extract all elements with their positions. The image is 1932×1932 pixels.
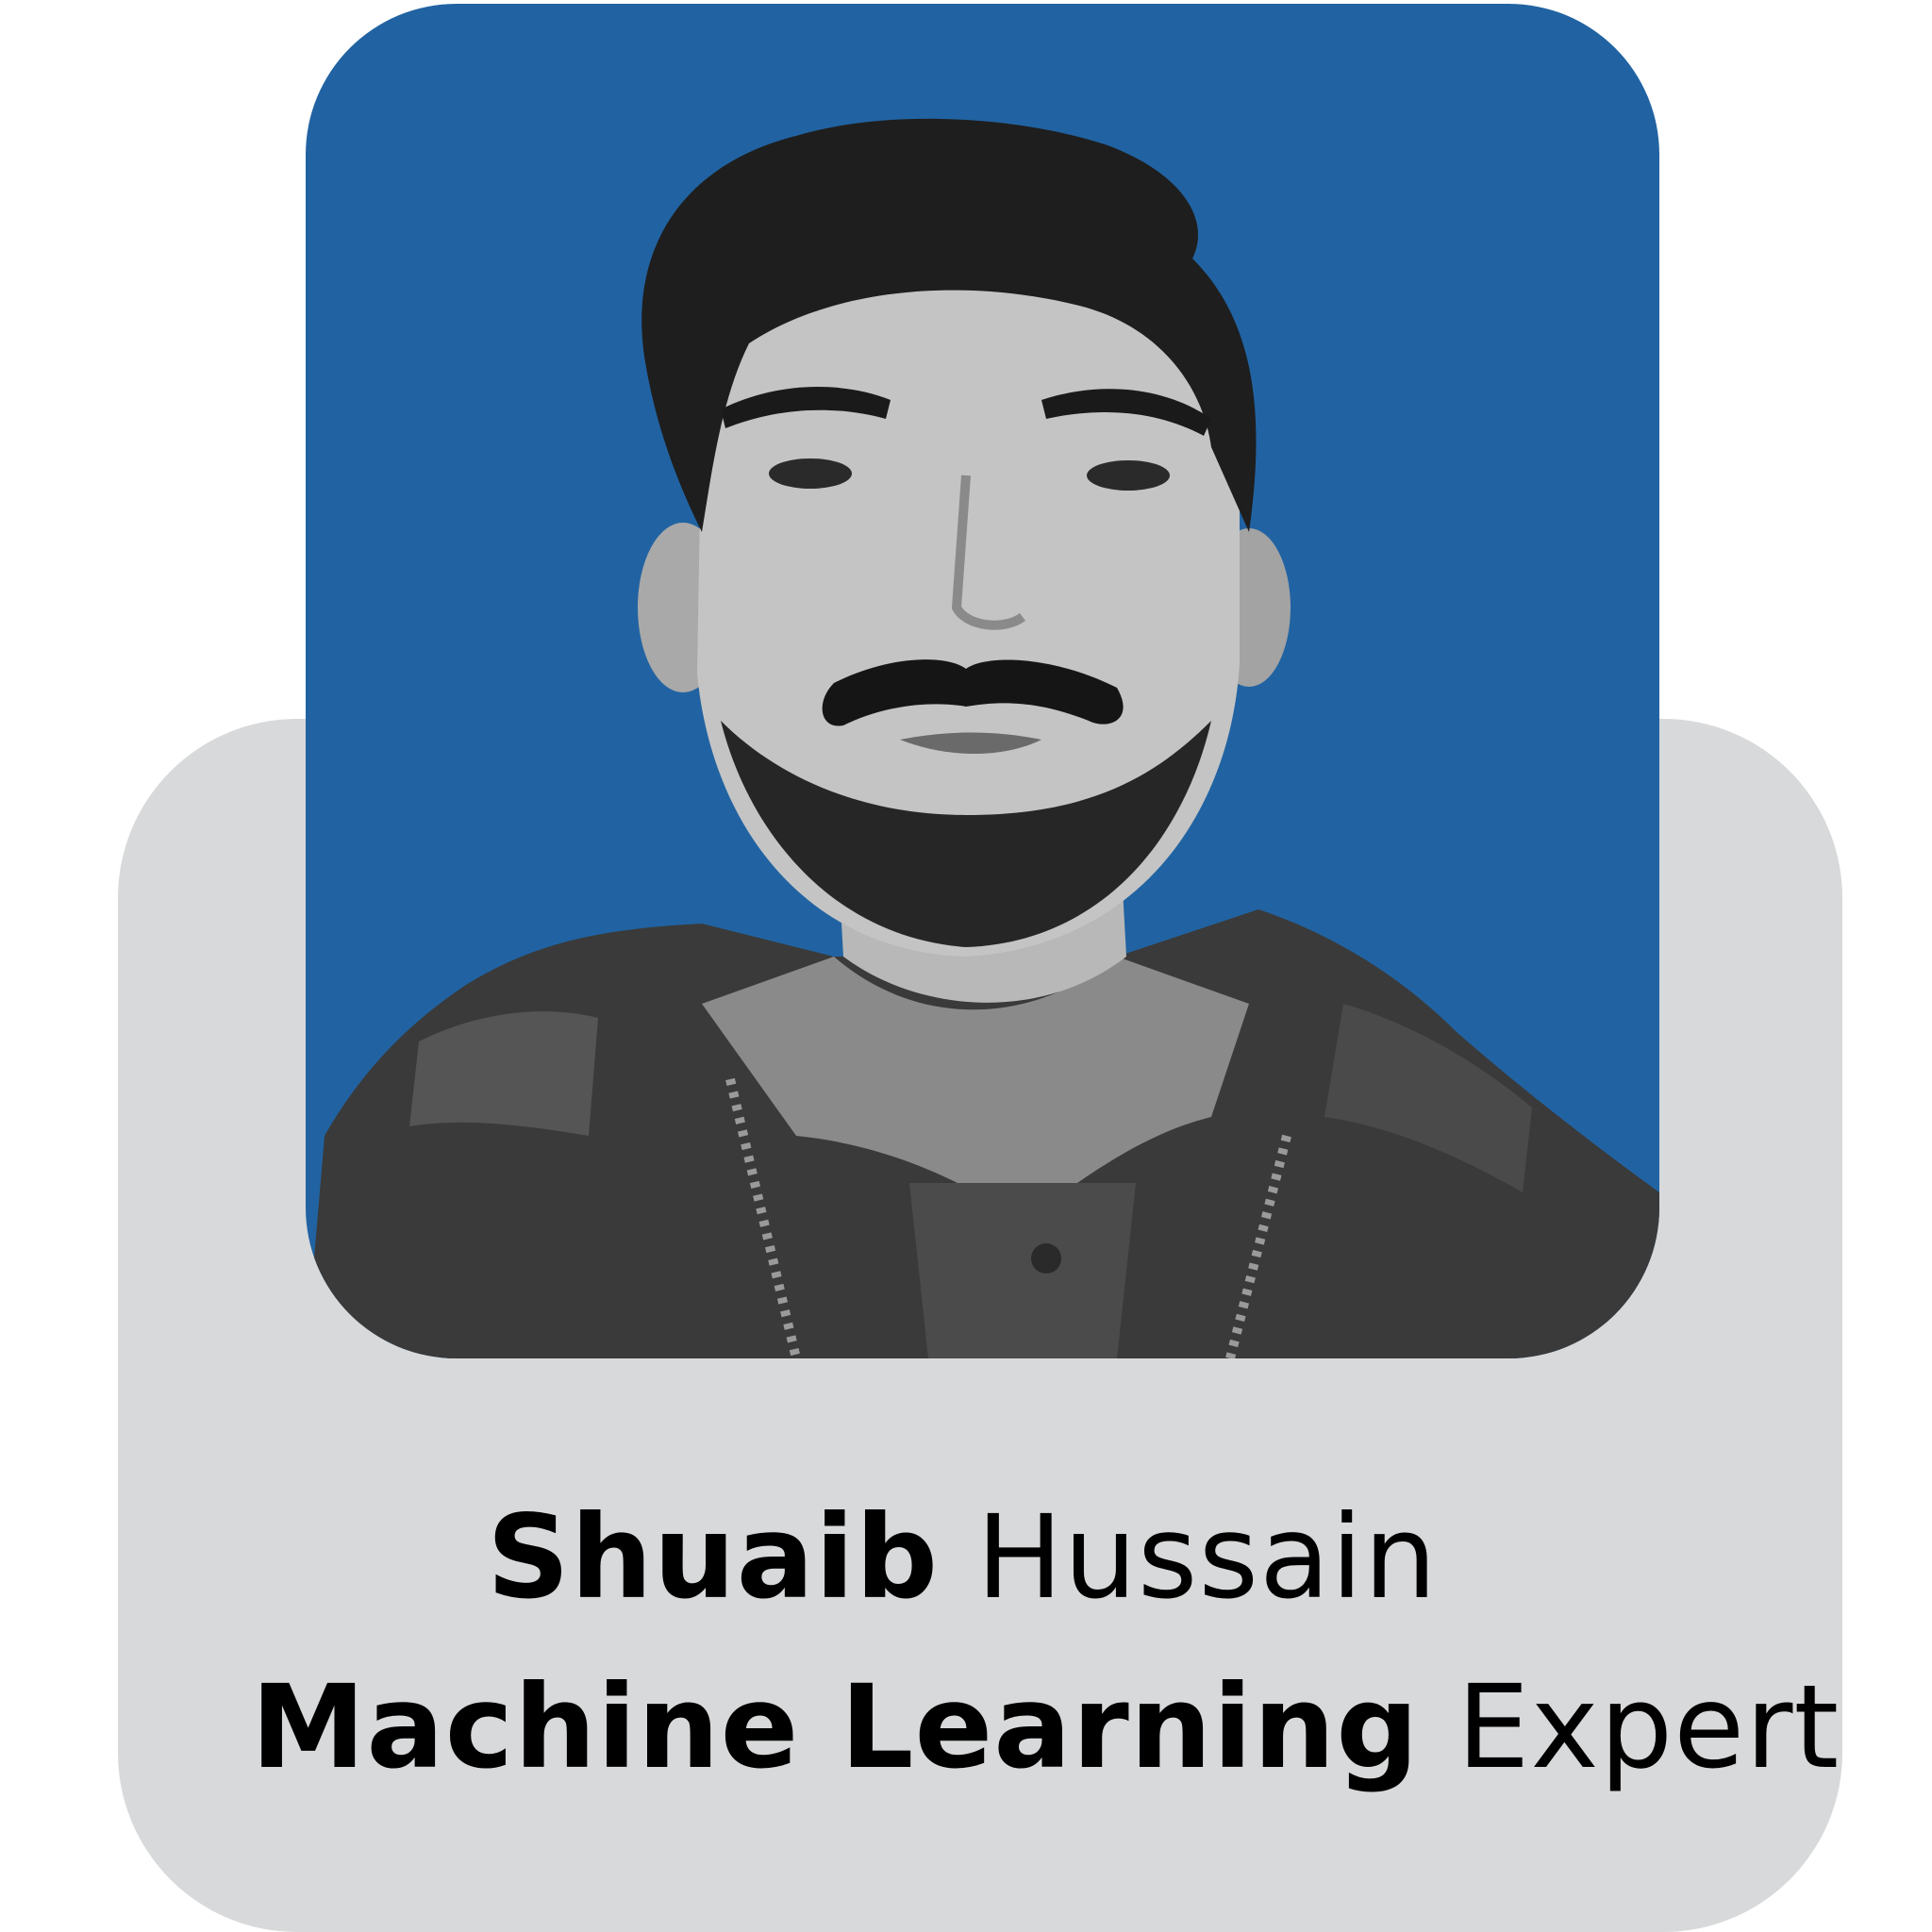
last-name: Hussain	[975, 1491, 1439, 1624]
job-title-light: Expert	[1457, 1660, 1840, 1794]
profile-card: Shuaib Hussain Machine Learning Expert	[0, 0, 1932, 1932]
person-portrait-icon	[306, 118, 1659, 1358]
first-name: Shuaib	[487, 1491, 940, 1624]
job-title-bold: Machine Learning	[251, 1660, 1420, 1794]
person-name: Shuaib Hussain	[487, 1500, 1438, 1615]
job-title: Machine Learning Expert	[251, 1670, 1840, 1785]
photo-frame	[306, 4, 1659, 1358]
